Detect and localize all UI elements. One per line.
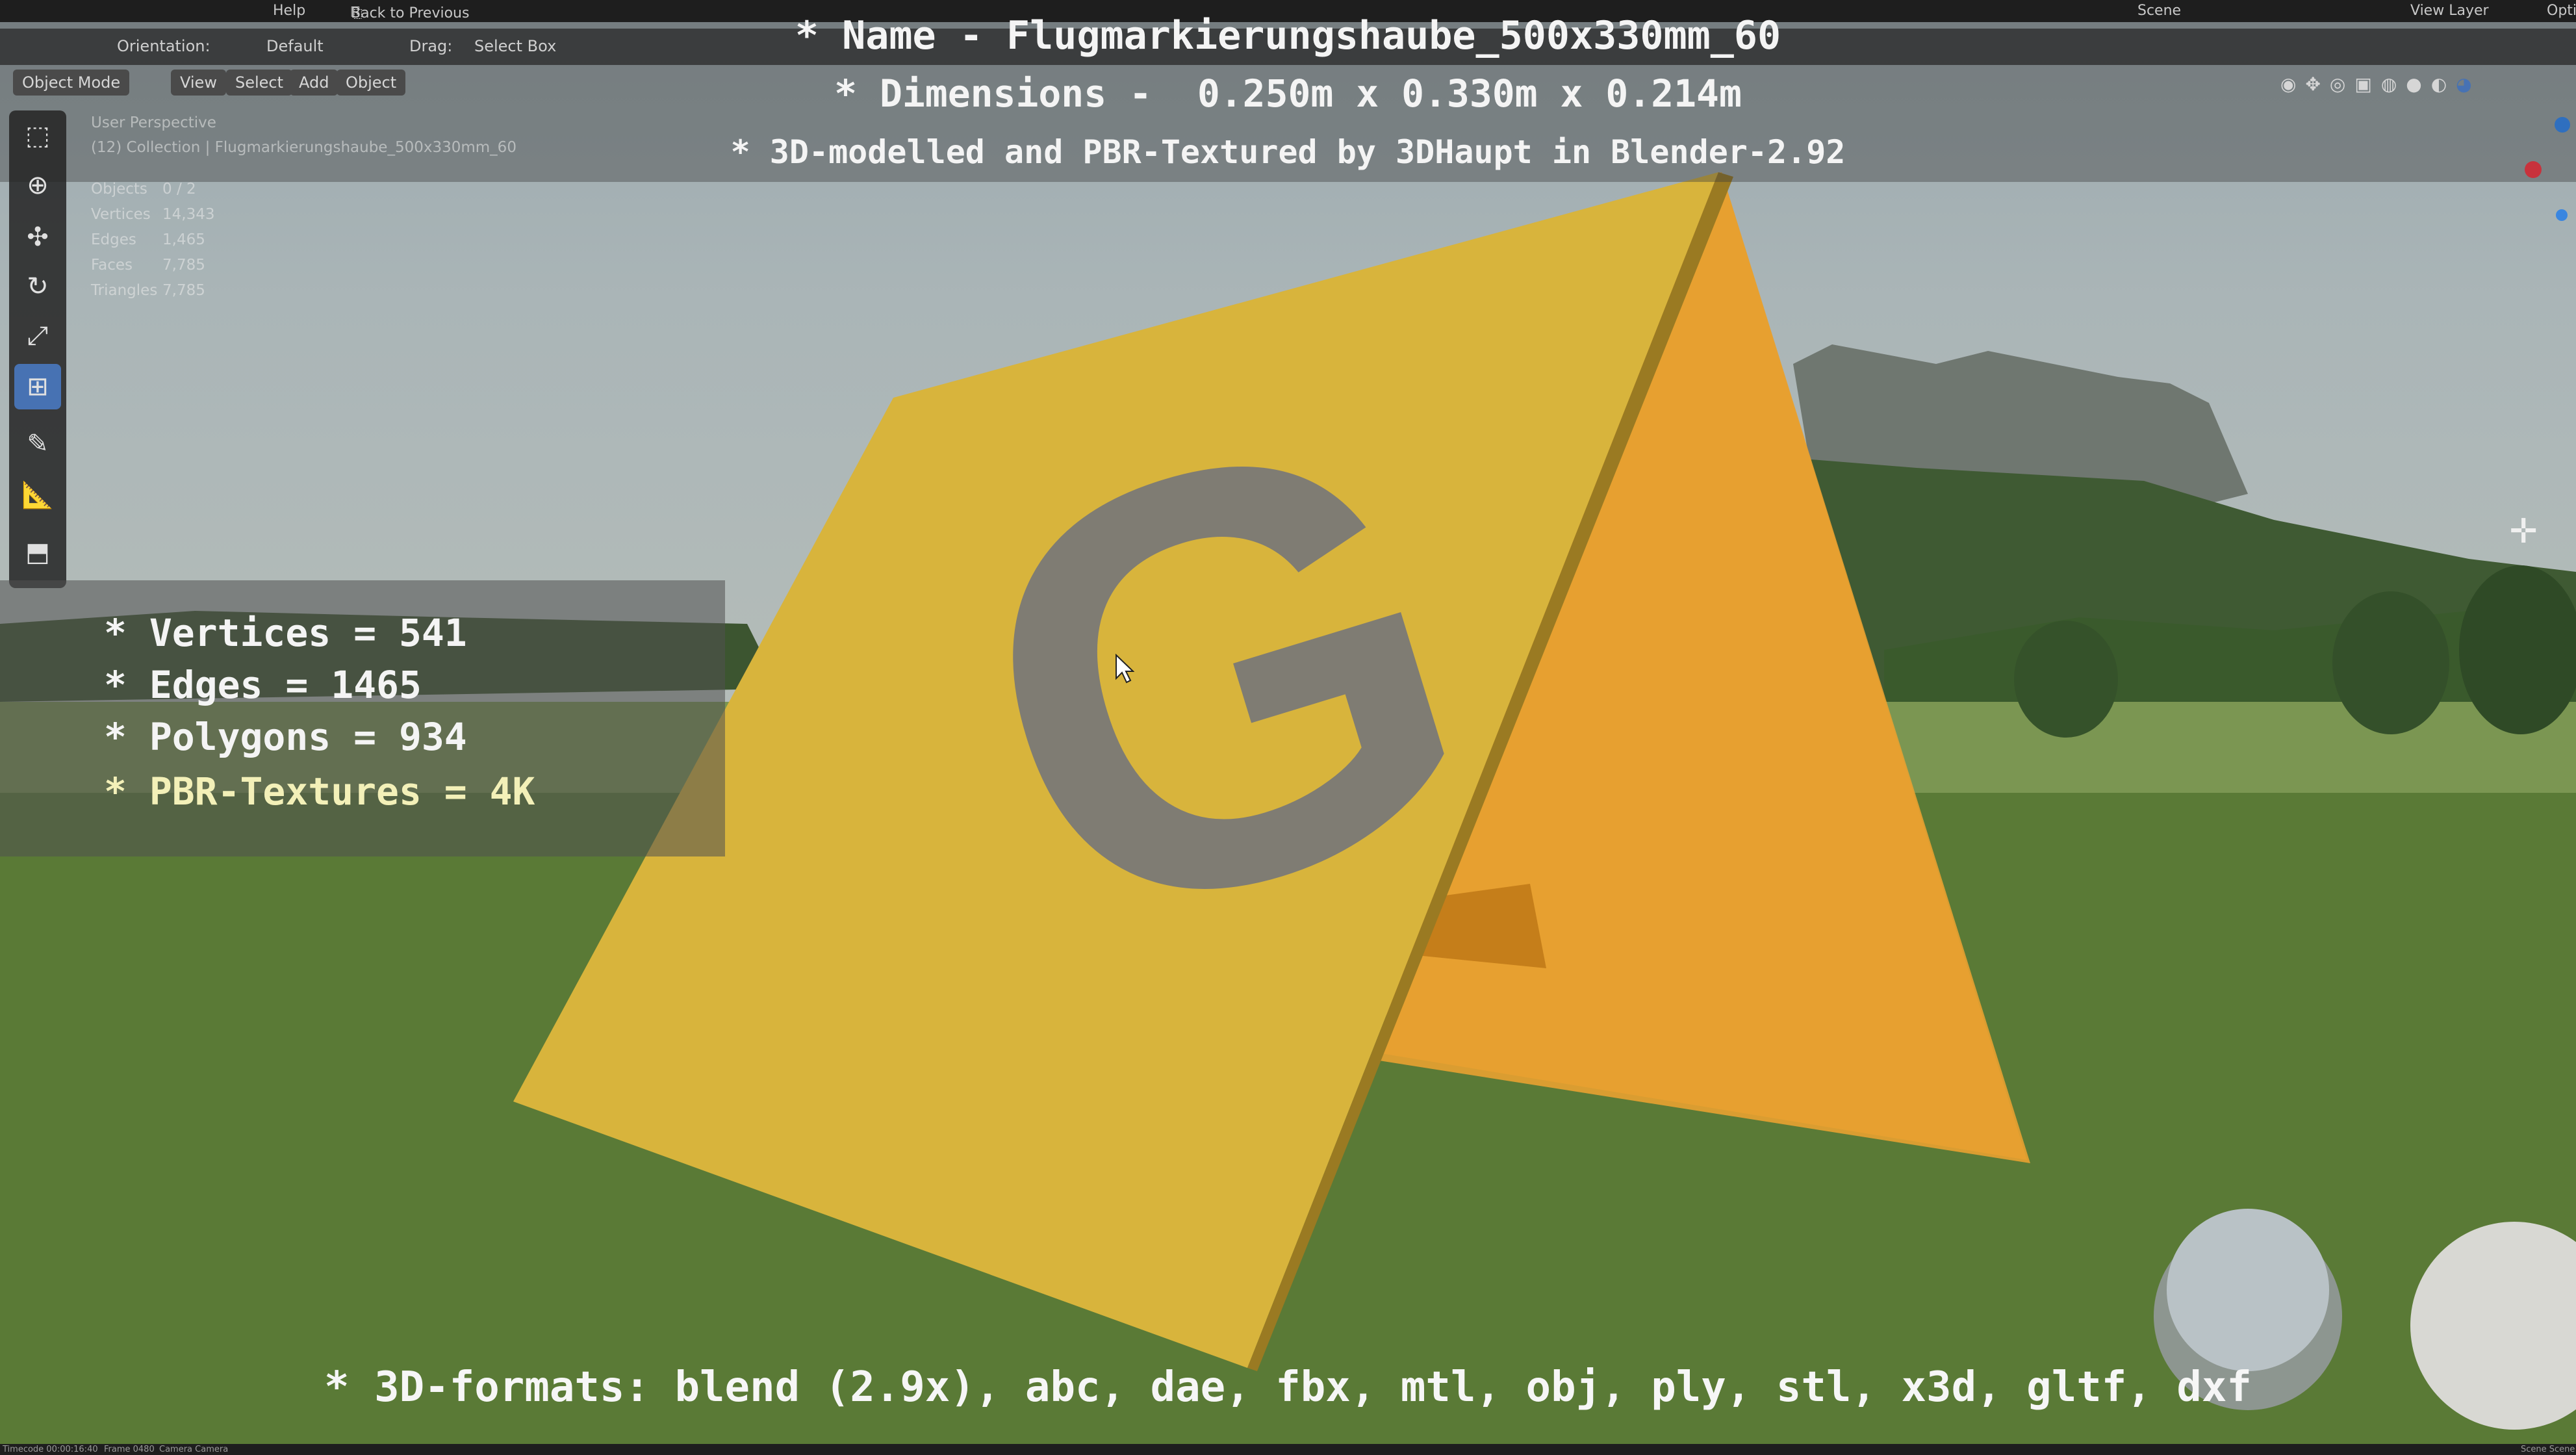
stat-edges-value: 1,465 (162, 231, 205, 248)
stat-textures: * PBR-Textures = 4K (104, 769, 535, 814)
viewport-perspective-label: User Perspective (91, 114, 216, 131)
add-cube-tool-icon[interactable]: ⬒ (14, 530, 61, 575)
scale-tool-icon[interactable]: ⤢ (14, 313, 61, 359)
stat-triangles-value: 7,785 (162, 282, 205, 299)
stat-vertices-value: 14,343 (162, 206, 215, 223)
move-tool-icon[interactable]: ✣ (14, 214, 61, 260)
status-frame: Frame 0480 (104, 1445, 155, 1454)
stat-objects-value: 0 / 2 (162, 181, 196, 198)
stat-vertices-label: Vertices (91, 206, 151, 223)
axis-z-icon[interactable] (2555, 117, 2570, 133)
stat-objects-label: Objects (91, 181, 147, 198)
tool-shelf: ⬚ ⊕ ✣ ↻ ⤢ ⊞ ✎ 📐 ⬒ (9, 110, 66, 588)
3d-cursor-icon: ✛ (2509, 512, 2538, 551)
measure-tool-icon[interactable]: 📐 (14, 472, 61, 517)
tree (2014, 621, 2118, 738)
axis-y-icon[interactable] (2556, 209, 2568, 221)
rotate-tool-icon[interactable]: ↻ (14, 264, 61, 309)
status-timecode: Timecode 00:00:16:40 (3, 1445, 98, 1454)
stat-faces-label: Faces (91, 257, 133, 274)
tree (2332, 591, 2449, 734)
banner-name: * Name - Flugmarkierungshaube_500x330mm_… (795, 13, 1781, 58)
status-camera: Camera Camera (159, 1445, 229, 1454)
stat-triangles-label: Triangles (91, 282, 158, 299)
stat-edges: * Edges = 1465 (104, 663, 422, 707)
transform-tool-icon[interactable]: ⊞ (14, 364, 61, 409)
banner-credits: * 3D-modelled and PBR-Textured by 3DHaup… (730, 133, 1846, 171)
stat-polygons: * Polygons = 934 (104, 715, 467, 759)
stat-vertices: * Vertices = 541 (104, 611, 467, 655)
stat-edges-label: Edges (91, 231, 136, 248)
banner-dimensions: * Dimensions - 0.250m x 0.330m x 0.214m (834, 71, 1742, 116)
status-bar: Timecode 00:00:16:40 Frame 0480 Camera C… (0, 1444, 2576, 1455)
annotate-tool-icon[interactable]: ✎ (14, 421, 61, 467)
formats-line: * 3D-formats: blend (2.9x), abc, dae, fb… (324, 1363, 2252, 1411)
status-scene: Scene Scene (2521, 1445, 2575, 1454)
mouse-pointer-icon (1115, 653, 1135, 684)
stat-faces-value: 7,785 (162, 257, 205, 274)
chrome-sphere-sky (2167, 1209, 2329, 1371)
